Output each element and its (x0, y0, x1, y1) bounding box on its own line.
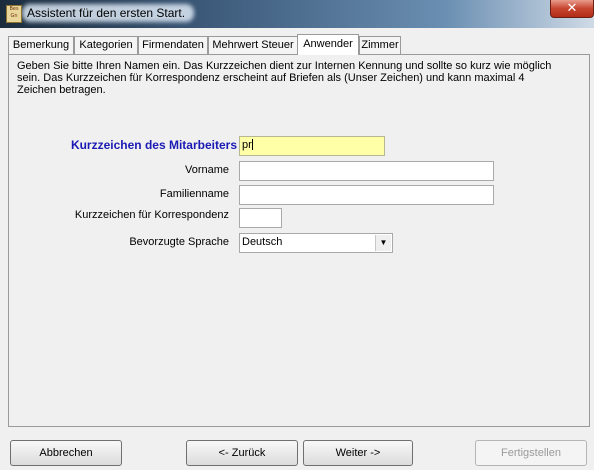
tab-firmendaten[interactable]: Firmendaten (138, 36, 208, 54)
kurzzeichen-input[interactable]: pr (239, 136, 385, 156)
vorname-label: Vorname (184, 164, 229, 176)
next-button[interactable]: Weiter -> (303, 440, 413, 466)
finish-button: Fertigstellen (475, 440, 587, 466)
tab-kategorien[interactable]: Kategorien (74, 36, 138, 54)
familienname-input[interactable] (239, 185, 494, 205)
tab-panel-anwender: Geben Sie bitte Ihren Namen ein. Das Kur… (8, 54, 590, 427)
sprache-select[interactable]: Deutsch ▼ (239, 233, 393, 253)
sprache-value: Deutsch (242, 236, 283, 248)
app-icon: Bes Gn (6, 5, 22, 23)
title-bar: Bes Gn Assistent für den ersten Start. ✕ (0, 0, 594, 28)
window-title: Assistent für den ersten Start. (27, 6, 186, 20)
sprache-label: Bevorzugte Sprache (129, 236, 229, 248)
back-button[interactable]: <- Zurück (186, 440, 298, 466)
tab-zimmer[interactable]: Zimmer (359, 36, 401, 54)
description-text: Geben Sie bitte Ihren Namen ein. Das Kur… (17, 60, 552, 96)
vorname-input[interactable] (239, 161, 494, 181)
kurzzeichen-value: pr (242, 139, 252, 151)
close-button[interactable]: ✕ (550, 0, 594, 18)
korrespondenz-label: Kurzzeichen für Korrespondenz (74, 209, 229, 221)
kurzzeichen-label: Kurzzeichen des Mitarbeiters (70, 138, 237, 152)
text-caret (251, 139, 253, 150)
cancel-button[interactable]: Abbrechen (10, 440, 122, 466)
tab-bemerkung[interactable]: Bemerkung (8, 36, 74, 54)
korrespondenz-input[interactable] (239, 208, 282, 228)
chevron-down-icon[interactable]: ▼ (375, 235, 391, 251)
tab-mehrwert-steuer[interactable]: Mehrwert Steuer (208, 36, 298, 54)
familienname-label: Familienname (159, 188, 229, 200)
tab-anwender[interactable]: Anwender (297, 34, 359, 55)
